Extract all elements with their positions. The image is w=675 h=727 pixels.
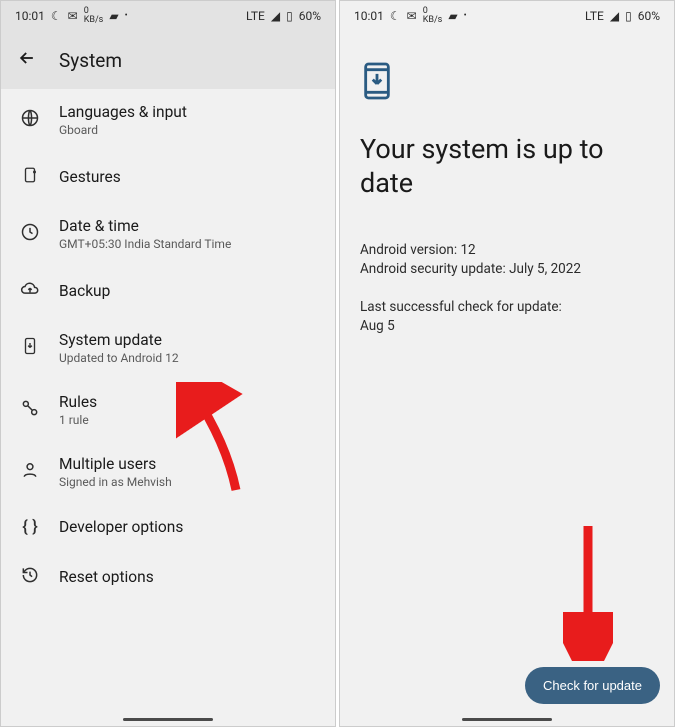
check-for-update-button[interactable]: Check for update	[525, 667, 660, 704]
message-icon: ✉	[68, 9, 78, 23]
row-datetime[interactable]: Date & time GMT+05:30 India Standard Tim…	[1, 203, 335, 265]
update-hero-icon	[360, 61, 654, 105]
row-title: Developer options	[59, 518, 317, 536]
phone-download-icon	[21, 335, 39, 361]
moon-icon: ☾	[51, 9, 62, 23]
message-icon: ✉	[407, 9, 417, 23]
row-system-update[interactable]: System update Updated to Android 12	[1, 317, 335, 379]
update-title: Your system is up to date	[360, 133, 654, 201]
row-developer-options[interactable]: { } Developer options	[1, 503, 335, 551]
row-languages[interactable]: Languages & input Gboard	[1, 89, 335, 151]
cloud-icon: ▰	[448, 9, 457, 23]
network-label: LTE	[585, 9, 604, 23]
row-sub: GMT+05:30 India Standard Time	[59, 237, 317, 251]
row-sub: Gboard	[59, 123, 317, 137]
data-rate: 0KB/s	[84, 7, 104, 25]
row-sub: Updated to Android 12	[59, 351, 317, 365]
row-gestures[interactable]: Gestures	[1, 151, 335, 203]
battery-percent: 60%	[638, 9, 660, 23]
row-rules[interactable]: Rules 1 rule	[1, 379, 335, 441]
info-block-version: Android version: 12 Android security upd…	[360, 241, 654, 280]
cloud-upload-icon	[19, 279, 41, 303]
row-title: Languages & input	[59, 103, 317, 121]
screen-system-settings: 10:01 ☾ ✉ 0KB/s ▰ • LTE ◢ ▯ 60% System L…	[0, 0, 336, 727]
rules-icon	[20, 398, 40, 422]
person-icon	[20, 460, 40, 484]
last-check-date: Aug 5	[360, 317, 654, 337]
globe-icon	[20, 108, 40, 132]
status-dot: •	[125, 11, 128, 21]
status-dot: •	[464, 11, 467, 21]
row-title: Date & time	[59, 217, 317, 235]
nav-handle[interactable]	[462, 718, 552, 721]
row-title: Multiple users	[59, 455, 317, 473]
data-rate: 0KB/s	[423, 7, 443, 25]
row-sub: 1 rule	[59, 413, 317, 427]
clock-icon	[20, 222, 40, 246]
cloud-icon: ▰	[109, 9, 118, 23]
gesture-icon	[21, 165, 39, 189]
network-label: LTE	[246, 9, 265, 23]
moon-icon: ☾	[390, 9, 401, 23]
info-block-lastcheck: Last successful check for update: Aug 5	[360, 298, 654, 337]
row-title: System update	[59, 331, 317, 349]
signal-icon: ◢	[271, 9, 280, 23]
status-bar: 10:01 ☾ ✉ 0KB/s ▰ • LTE ◢ ▯ 60%	[340, 1, 674, 31]
braces-icon: { }	[22, 517, 38, 537]
status-time: 10:01	[15, 9, 45, 23]
page-header: System	[1, 31, 335, 89]
row-backup[interactable]: Backup	[1, 265, 335, 317]
security-update: Android security update: July 5, 2022	[360, 260, 654, 280]
battery-icon: ▯	[286, 9, 293, 23]
battery-percent: 60%	[299, 9, 321, 23]
nav-handle[interactable]	[123, 718, 213, 721]
row-multiple-users[interactable]: Multiple users Signed in as Mehvish	[1, 441, 335, 503]
row-title: Backup	[59, 282, 317, 300]
row-title: Reset options	[59, 568, 317, 586]
history-icon	[20, 565, 40, 589]
android-version: Android version: 12	[360, 241, 654, 261]
page-title: System	[59, 49, 122, 72]
row-title: Rules	[59, 393, 317, 411]
settings-list: Languages & input Gboard Gestures Date &…	[1, 89, 335, 726]
battery-icon: ▯	[625, 9, 632, 23]
last-check-label: Last successful check for update:	[360, 298, 654, 318]
screen-system-update: 10:01 ☾ ✉ 0KB/s ▰ • LTE ◢ ▯ 60% Your sys…	[339, 0, 675, 727]
row-reset-options[interactable]: Reset options	[1, 551, 335, 603]
row-sub: Signed in as Mehvish	[59, 475, 317, 489]
row-title: Gestures	[59, 168, 317, 186]
status-time: 10:01	[354, 9, 384, 23]
update-body: Your system is up to date Android versio…	[340, 31, 674, 726]
signal-icon: ◢	[610, 9, 619, 23]
back-icon[interactable]	[17, 48, 37, 73]
status-bar: 10:01 ☾ ✉ 0KB/s ▰ • LTE ◢ ▯ 60%	[1, 1, 335, 31]
